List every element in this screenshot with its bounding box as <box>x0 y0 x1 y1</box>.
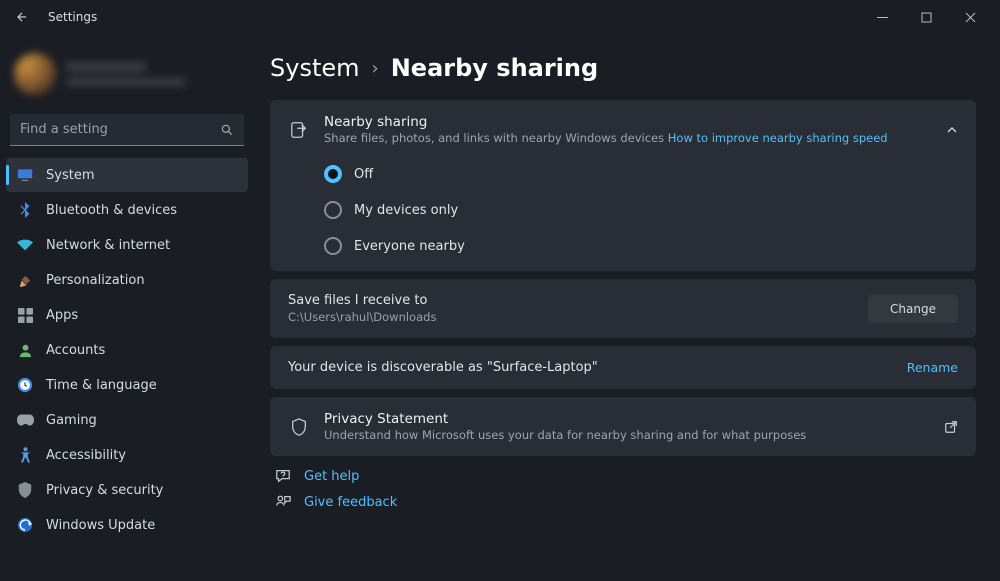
sidebar-item-label: Apps <box>46 308 78 323</box>
sidebar-item-update[interactable]: Windows Update <box>6 508 248 542</box>
privacy-subtitle: Understand how Microsoft uses your data … <box>324 428 806 442</box>
nearby-sharing-title: Nearby sharing <box>324 114 888 130</box>
privacy-card[interactable]: Privacy Statement Understand how Microso… <box>270 397 976 456</box>
chevron-up-icon[interactable] <box>946 124 958 136</box>
gaming-icon <box>16 411 34 429</box>
page-title: Nearby sharing <box>391 54 598 82</box>
search-input[interactable] <box>10 114 244 146</box>
shield-icon <box>288 418 310 436</box>
privacy-title: Privacy Statement <box>324 411 806 427</box>
accessibility-icon <box>16 446 34 464</box>
personalization-icon <box>16 271 34 289</box>
external-link-icon <box>944 420 958 434</box>
sidebar-item-system[interactable]: System <box>6 158 248 192</box>
sidebar-item-label: Privacy & security <box>46 483 163 498</box>
share-icon <box>288 121 310 139</box>
save-label: Save files I receive to <box>288 293 436 308</box>
radio-icon <box>324 201 342 219</box>
minimize-button[interactable] <box>860 2 904 32</box>
give-feedback-link[interactable]: Give feedback <box>274 494 976 510</box>
sidebar-item-label: Accessibility <box>46 448 126 463</box>
radio-icon <box>324 165 342 183</box>
sidebar-item-label: Accounts <box>46 343 105 358</box>
profile-area[interactable] <box>6 44 248 104</box>
improve-speed-link[interactable]: How to improve nearby sharing speed <box>668 131 888 145</box>
back-button[interactable] <box>8 3 36 31</box>
save-location-card: Save files I receive to C:\Users\rahul\D… <box>270 279 976 338</box>
close-button[interactable] <box>948 2 992 32</box>
save-path: C:\Users\rahul\Downloads <box>288 310 436 324</box>
accounts-icon <box>16 341 34 359</box>
sidebar-item-label: Personalization <box>46 273 145 288</box>
radio-everyone[interactable]: Everyone nearby <box>324 237 958 255</box>
discoverable-text: Your device is discoverable as "Surface-… <box>288 360 598 375</box>
sidebar-item-label: Time & language <box>46 378 157 393</box>
sidebar-item-accounts[interactable]: Accounts <box>6 333 248 367</box>
sidebar-item-label: System <box>46 168 94 183</box>
time-icon <box>16 376 34 394</box>
radio-label: Everyone nearby <box>354 239 465 254</box>
sidebar-item-apps[interactable]: Apps <box>6 298 248 332</box>
radio-label: Off <box>354 167 373 182</box>
sidebar-item-time[interactable]: Time & language <box>6 368 248 402</box>
apps-icon <box>16 306 34 324</box>
nearby-sharing-card: Nearby sharing Share files, photos, and … <box>270 100 976 271</box>
sidebar-item-privacy[interactable]: Privacy & security <box>6 473 248 507</box>
help-icon <box>274 468 292 484</box>
sidebar-item-accessibility[interactable]: Accessibility <box>6 438 248 472</box>
search-container <box>10 114 244 146</box>
discoverable-card: Your device is discoverable as "Surface-… <box>270 346 976 389</box>
rename-button[interactable]: Rename <box>907 360 958 375</box>
bluetooth-icon <box>16 201 34 219</box>
search-icon <box>220 123 234 137</box>
chevron-right-icon: › <box>372 58 379 79</box>
sidebar-item-label: Bluetooth & devices <box>46 203 177 218</box>
radio-off[interactable]: Off <box>324 165 958 183</box>
maximize-button[interactable] <box>904 2 948 32</box>
sidebar-item-label: Network & internet <box>46 238 170 253</box>
change-button[interactable]: Change <box>868 295 958 323</box>
breadcrumb: System › Nearby sharing <box>270 54 976 82</box>
avatar <box>14 53 56 95</box>
update-icon <box>16 516 34 534</box>
system-icon <box>16 166 34 184</box>
radio-my-devices[interactable]: My devices only <box>324 201 958 219</box>
give-feedback-label: Give feedback <box>304 495 397 510</box>
sidebar-item-gaming[interactable]: Gaming <box>6 403 248 437</box>
radio-label: My devices only <box>354 203 458 218</box>
radio-icon <box>324 237 342 255</box>
breadcrumb-root[interactable]: System <box>270 54 360 82</box>
window-title: Settings <box>48 10 97 24</box>
get-help-label: Get help <box>304 469 359 484</box>
sidebar-item-network[interactable]: Network & internet <box>6 228 248 262</box>
sidebar-item-bluetooth[interactable]: Bluetooth & devices <box>6 193 248 227</box>
sidebar-item-label: Gaming <box>46 413 97 428</box>
nearby-sharing-subtitle: Share files, photos, and links with near… <box>324 131 888 145</box>
privacy-icon <box>16 481 34 499</box>
get-help-link[interactable]: Get help <box>274 468 976 484</box>
network-icon <box>16 236 34 254</box>
feedback-icon <box>274 494 292 510</box>
nearby-sharing-header[interactable]: Nearby sharing Share files, photos, and … <box>270 100 976 159</box>
sidebar-item-personalization[interactable]: Personalization <box>6 263 248 297</box>
sidebar-item-label: Windows Update <box>46 518 155 533</box>
